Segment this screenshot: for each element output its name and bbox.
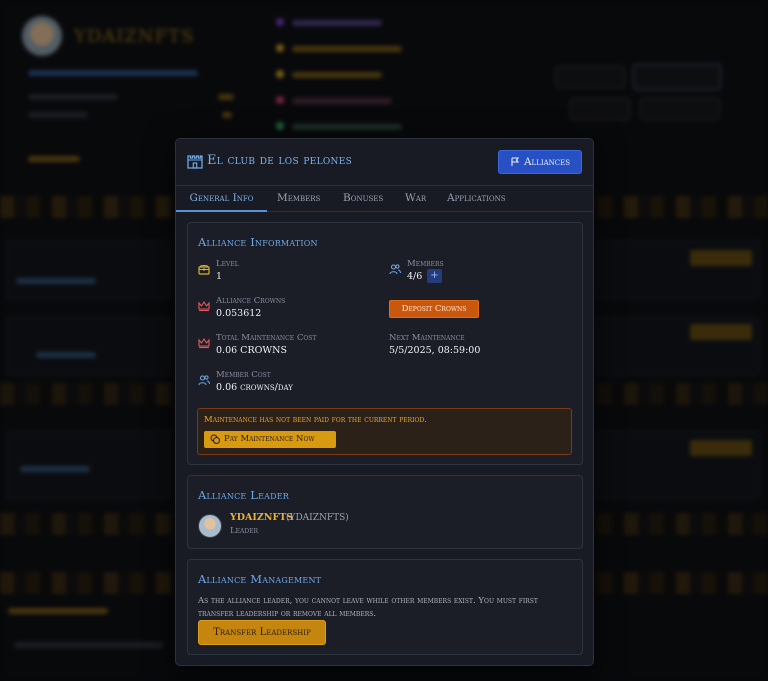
members-label: Members — [407, 259, 444, 269]
coins-icon — [210, 434, 220, 444]
level-label: Level — [216, 259, 239, 269]
treasure-chest-icon — [198, 264, 210, 275]
level-value: 1 — [216, 271, 223, 282]
modal-header: El club de los pelones Alliances — [176, 139, 593, 185]
users-icon — [198, 375, 210, 386]
alliance-information-section: Alliance Information Level 1 Members 4/6… — [187, 222, 583, 465]
modal-title: El club de los pelones — [207, 153, 353, 168]
tab-members[interactable]: Members — [277, 186, 320, 212]
maintenance-warning-text: Maintenance has not been paid for the cu… — [204, 415, 427, 425]
leader-name[interactable]: YDAIZNFTS — [230, 512, 293, 523]
leader-avatar — [198, 514, 222, 538]
pay-maintenance-button[interactable]: Pay Maintenance Now — [204, 431, 336, 448]
alliance-crowns-value: 0.053612 — [216, 308, 262, 319]
crown-icon — [198, 337, 210, 349]
maintenance-warning: Maintenance has not been paid for the cu… — [197, 408, 572, 455]
total-maintenance-label: Total Maintenance Cost — [216, 333, 317, 343]
member-cost-value: 0.06 crowns/day — [216, 382, 293, 393]
alliance-management-section: Alliance Management As the alliance lead… — [187, 559, 583, 655]
users-icon — [389, 264, 401, 275]
add-member-button[interactable]: + — [427, 269, 442, 283]
alliance-crowns-label: Alliance Crowns — [216, 296, 286, 306]
alliance-management-text: As the alliance leader, you cannot leave… — [198, 596, 538, 619]
alliance-leader-section: Alliance Leader YDAIZNFTS (YDAIZNFTS) Le… — [187, 475, 583, 549]
transfer-leadership-button[interactable]: Transfer Leadership — [198, 620, 326, 645]
alliances-button[interactable]: Alliances — [498, 150, 582, 174]
members-value: 4/6 — [407, 271, 423, 282]
deposit-crowns-button[interactable]: Deposit Crowns — [389, 300, 479, 318]
alliance-information-title: Alliance Information — [198, 235, 318, 249]
tab-war[interactable]: War — [405, 186, 426, 212]
tab-applications[interactable]: Applications — [447, 186, 506, 212]
tab-bar: General Info Members Bonuses War Applica… — [176, 185, 593, 212]
leader-handle: (YDAIZNFTS) — [286, 513, 349, 523]
castle-icon — [187, 155, 203, 169]
total-maintenance-value: 0.06 CROWNS — [216, 345, 287, 356]
alliance-leader-title: Alliance Leader — [198, 488, 290, 502]
alliance-modal: El club de los pelones Alliances General… — [175, 138, 594, 666]
alliance-management-title: Alliance Management — [198, 572, 322, 586]
tab-general-info[interactable]: General Info — [176, 186, 267, 212]
pay-maintenance-label: Pay Maintenance Now — [224, 434, 315, 444]
member-cost-label: Member Cost — [216, 370, 271, 380]
alliances-button-label: Alliances — [523, 156, 571, 168]
leader-role: Leader — [230, 526, 259, 536]
crown-icon — [198, 300, 210, 312]
next-maintenance-label: Next Maintenance — [389, 333, 465, 343]
flag-icon — [511, 157, 520, 166]
tab-bonuses[interactable]: Bonuses — [343, 186, 383, 212]
next-maintenance-value: 5/5/2025, 08:59:00 — [389, 345, 481, 356]
